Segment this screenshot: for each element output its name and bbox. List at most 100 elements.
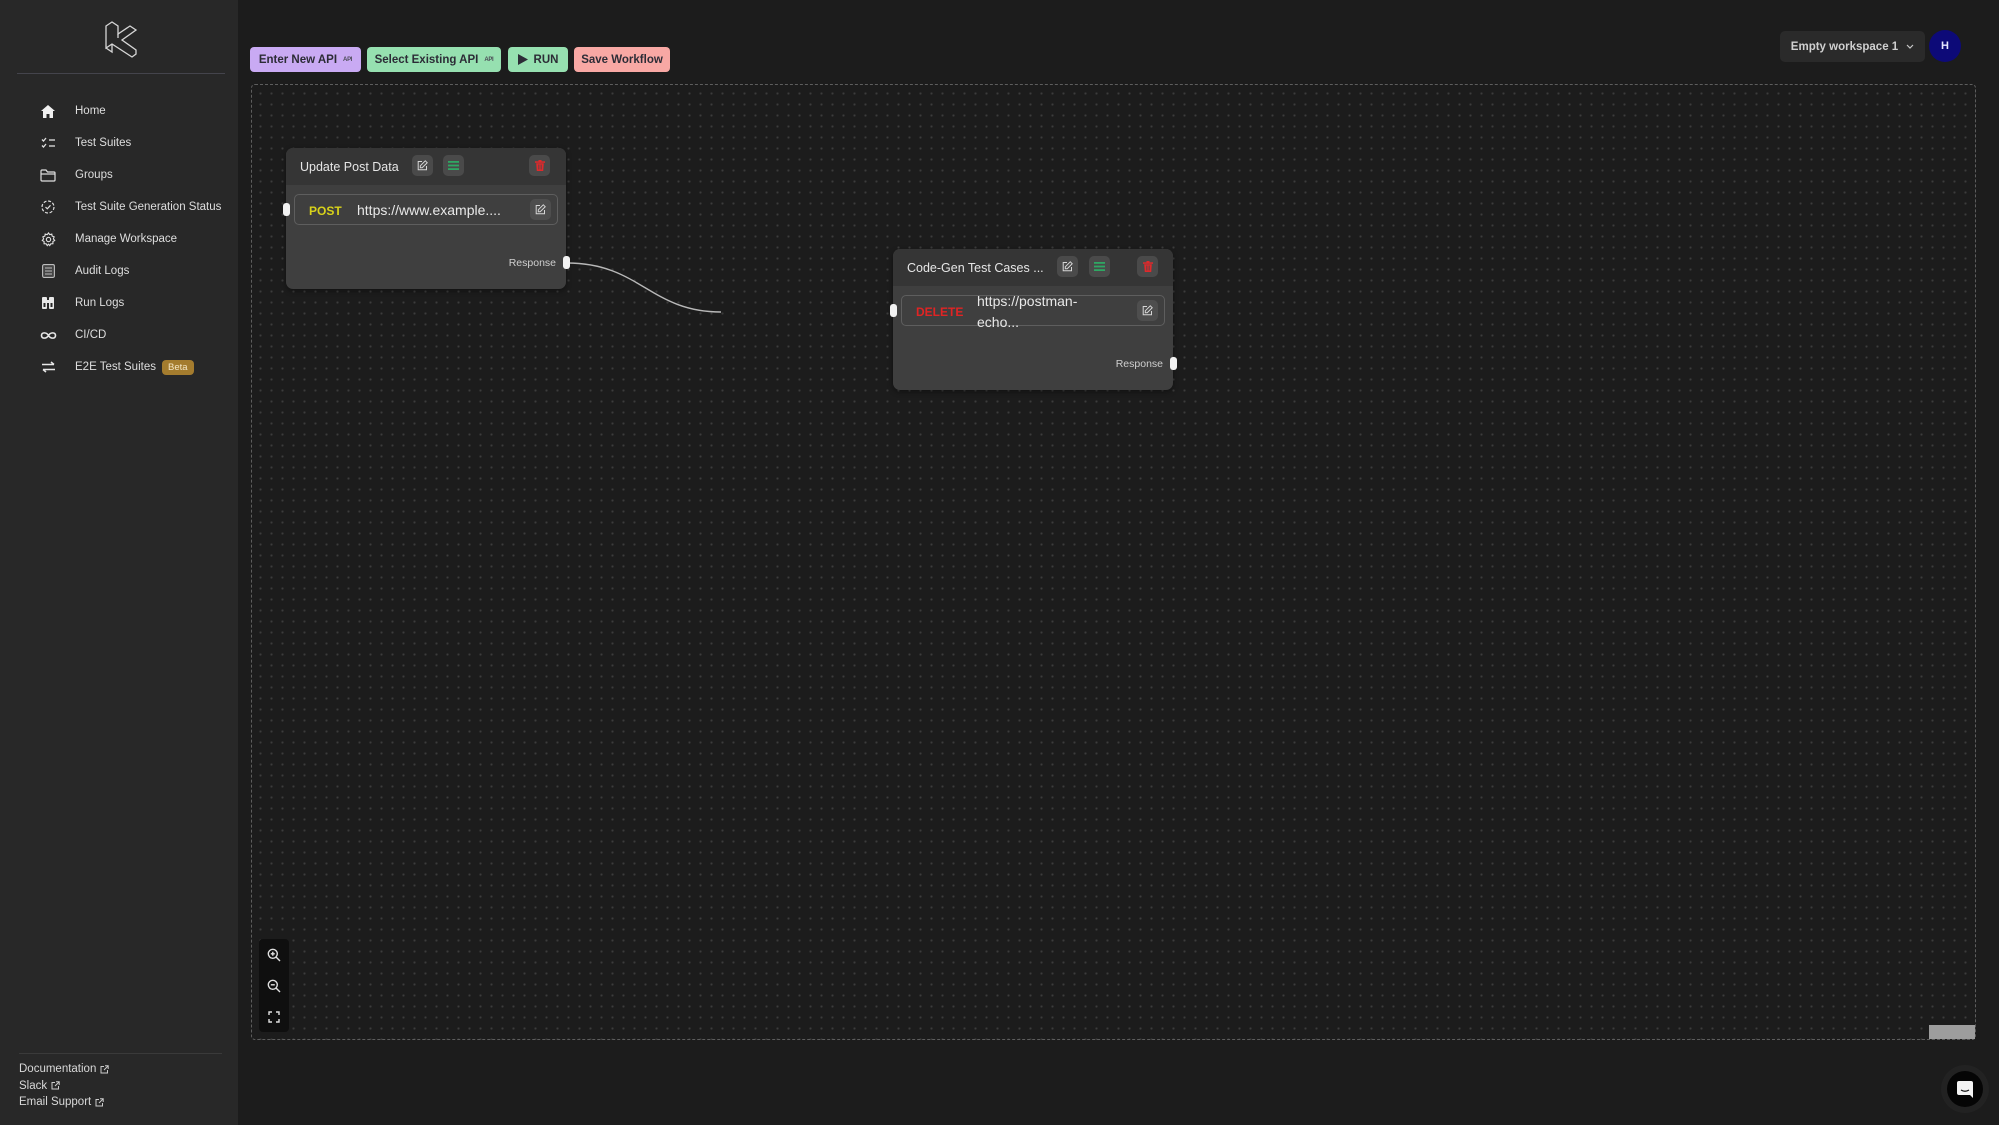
sidebar-item-audit-logs[interactable]: Audit Logs bbox=[36, 257, 232, 285]
request-url: https://postman- echo... bbox=[977, 291, 1077, 333]
documentation-link-label: Documentation bbox=[19, 1063, 97, 1076]
logo-icon bbox=[105, 21, 138, 58]
output-handle[interactable] bbox=[563, 256, 570, 269]
sidebar: Home Test Suites Groups Test Suite Gener… bbox=[0, 0, 238, 1125]
output-label: Response bbox=[1115, 358, 1163, 370]
sidebar-item-label: CI/CD bbox=[75, 329, 107, 341]
slack-link-label: Slack bbox=[19, 1079, 48, 1092]
email-support-link[interactable]: Email Support bbox=[19, 1094, 109, 1111]
trash-icon bbox=[534, 160, 545, 171]
sidebar-item-label: Home bbox=[75, 105, 106, 117]
sidebar-item-groups[interactable]: Groups bbox=[36, 161, 232, 189]
node-header[interactable]: Code-Gen Test Cases ... bbox=[893, 249, 1173, 286]
sidebar-item-label: Manage Workspace bbox=[75, 233, 178, 245]
fit-view-button[interactable] bbox=[259, 1001, 289, 1032]
canvas-zoom-controls bbox=[259, 939, 289, 1032]
external-link-icon bbox=[100, 1065, 110, 1074]
zoom-out-icon bbox=[267, 979, 281, 992]
node-menu-button[interactable] bbox=[1089, 256, 1110, 277]
save-workflow-button[interactable]: Save Workflow bbox=[574, 47, 670, 72]
output-label: Response bbox=[508, 257, 556, 269]
workspace-select[interactable]: Empty workspace 1 bbox=[1780, 31, 1925, 62]
infinity-icon bbox=[36, 325, 60, 345]
trash-icon bbox=[1142, 261, 1153, 272]
minimap[interactable] bbox=[1929, 1025, 1975, 1039]
select-existing-api-button[interactable]: Select Existing API API bbox=[367, 47, 501, 72]
sidebar-divider bbox=[17, 73, 225, 74]
input-handle[interactable] bbox=[283, 203, 290, 216]
edit-icon bbox=[1142, 305, 1153, 316]
folder-icon bbox=[36, 165, 60, 185]
run-label: RUN bbox=[533, 53, 559, 66]
edit-icon bbox=[417, 160, 428, 171]
api-request[interactable]: DELETE https://postman- echo... bbox=[901, 293, 1165, 330]
http-method: POST bbox=[309, 204, 342, 218]
request-url-line: echo... bbox=[977, 314, 1020, 330]
edit-request-button[interactable] bbox=[1137, 300, 1158, 321]
sidebar-item-test-suite-generation-status[interactable]: Test Suite Generation Status bbox=[36, 193, 232, 221]
edit-node-button[interactable] bbox=[412, 155, 433, 176]
sidebar-item-label: Groups bbox=[75, 169, 113, 181]
external-link-icon bbox=[95, 1098, 104, 1107]
delete-node-button[interactable] bbox=[529, 155, 550, 176]
binoculars-icon bbox=[36, 293, 60, 313]
menu-icon bbox=[1094, 262, 1105, 271]
chat-widget-button[interactable] bbox=[1947, 1071, 1983, 1107]
swap-arrows-icon bbox=[36, 357, 60, 377]
beta-badge: Beta bbox=[161, 359, 194, 375]
select-existing-api-label: Select Existing API bbox=[374, 53, 479, 66]
edit-icon bbox=[1062, 261, 1073, 272]
app-logo[interactable] bbox=[102, 20, 138, 60]
documentation-link[interactable]: Documentation bbox=[19, 1061, 110, 1078]
status-cycle-icon bbox=[36, 197, 60, 217]
zoom-out-button[interactable] bbox=[259, 970, 289, 1001]
chevron-down-icon bbox=[1906, 44, 1914, 49]
sidebar-item-cicd[interactable]: CI/CD bbox=[36, 321, 232, 349]
sidebar-item-label: Run Logs bbox=[75, 297, 125, 309]
sidebar-item-label: E2E Test Suites bbox=[75, 361, 156, 373]
node-title: Update Post Data bbox=[300, 160, 399, 174]
run-button[interactable]: RUN bbox=[508, 47, 568, 72]
external-link-icon bbox=[51, 1081, 60, 1090]
api-icon: API bbox=[343, 56, 353, 63]
play-icon bbox=[517, 54, 528, 65]
list-icon bbox=[36, 261, 60, 281]
checklist-icon bbox=[36, 133, 60, 153]
workflow-node[interactable]: Update Post Data POST https://www.exampl… bbox=[283, 148, 570, 289]
sidebar-item-label: Test Suite Generation Status bbox=[75, 201, 222, 213]
sidebar-item-home[interactable]: Home bbox=[36, 97, 232, 125]
sidebar-item-run-logs[interactable]: Run Logs bbox=[36, 289, 232, 317]
node-title: Code-Gen Test Cases ... bbox=[907, 261, 1044, 275]
edit-request-button[interactable] bbox=[530, 199, 551, 220]
output-handle[interactable] bbox=[1170, 357, 1177, 370]
enter-new-api-button[interactable]: Enter New API API bbox=[250, 47, 361, 72]
sidebar-item-manage-workspace[interactable]: Manage Workspace bbox=[36, 225, 232, 253]
request-url-line: https://postman- bbox=[977, 293, 1078, 309]
fit-view-icon bbox=[268, 1010, 280, 1023]
workflow-node[interactable]: Code-Gen Test Cases ... DELETE https://p… bbox=[890, 249, 1177, 390]
zoom-in-button[interactable] bbox=[259, 939, 289, 970]
sidebar-item-label: Audit Logs bbox=[75, 265, 130, 277]
edit-node-button[interactable] bbox=[1057, 256, 1078, 277]
avatar[interactable]: H bbox=[1929, 30, 1961, 62]
api-request[interactable]: POST https://www.example.... bbox=[294, 194, 558, 225]
edit-icon bbox=[535, 204, 546, 215]
api-icon: API bbox=[484, 56, 494, 63]
gear-icon bbox=[36, 229, 60, 249]
home-icon bbox=[36, 101, 60, 121]
sidebar-item-test-suites[interactable]: Test Suites bbox=[36, 129, 232, 157]
sidebar-item-e2e-test-suites[interactable]: E2E Test Suites Beta bbox=[36, 353, 232, 381]
node-header[interactable]: Update Post Data bbox=[286, 148, 566, 185]
delete-node-button[interactable] bbox=[1137, 256, 1158, 277]
chat-icon bbox=[1957, 1080, 1973, 1098]
node-menu-button[interactable] bbox=[443, 155, 464, 176]
zoom-in-icon bbox=[267, 948, 281, 961]
request-url: https://www.example.... bbox=[357, 202, 501, 218]
save-workflow-label: Save Workflow bbox=[581, 53, 663, 66]
sidebar-item-label: Test Suites bbox=[75, 137, 132, 149]
slack-link[interactable]: Slack bbox=[19, 1078, 109, 1095]
sidebar-footer: Documentation Slack Email Support bbox=[19, 1061, 110, 1111]
enter-new-api-label: Enter New API bbox=[258, 53, 338, 66]
input-handle[interactable] bbox=[890, 304, 897, 317]
workspace-select-value: Empty workspace 1 bbox=[1790, 40, 1899, 53]
